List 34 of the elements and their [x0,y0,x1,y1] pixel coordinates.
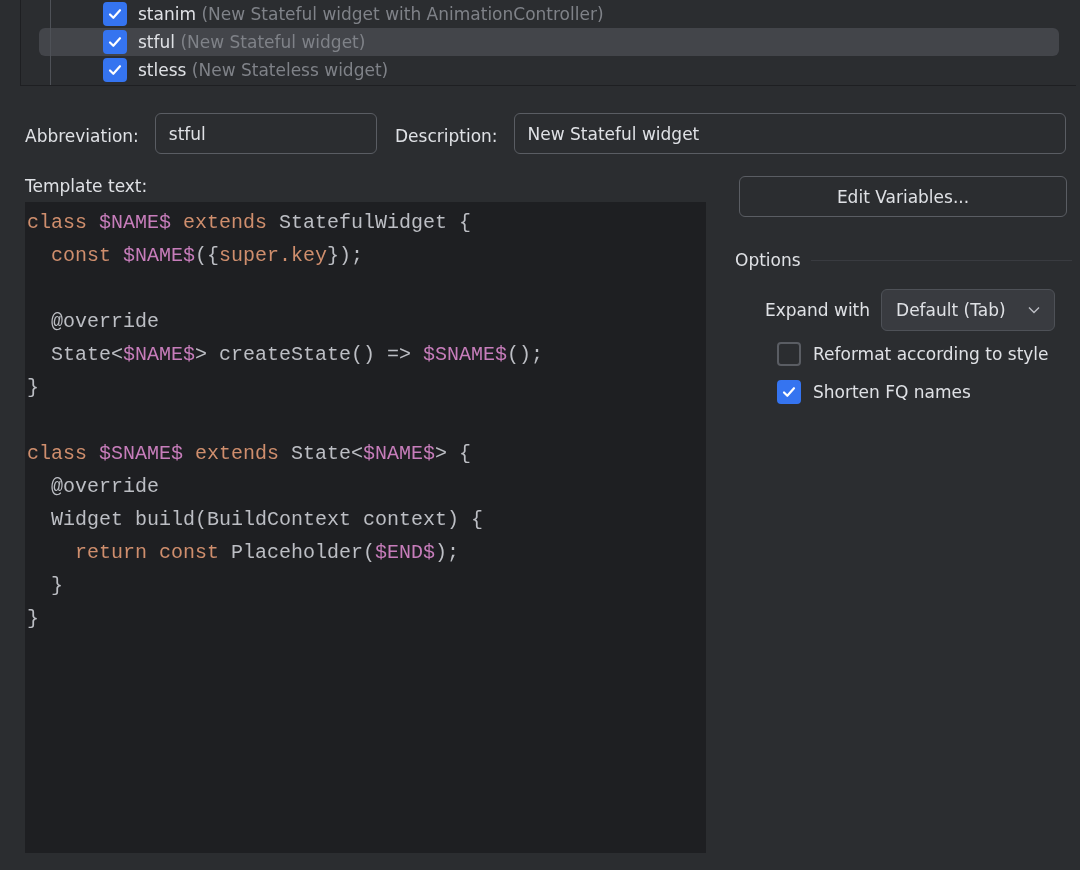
checkbox-label: Shorten FQ names [813,382,971,402]
checkbox[interactable] [103,30,127,54]
template-row[interactable]: stful (New Stateful widget) [39,28,1059,56]
field-label: Abbreviation: [25,125,139,146]
code-line: const $NAME$({super.key}); [50,243,365,269]
abbreviation-field[interactable]: stful [154,113,377,154]
code-line: return const Placeholder($END$); [74,540,461,566]
code-line: State<$NAME$> createState() => $SNAME$(); [50,342,545,368]
chevron-down-icon [1028,306,1041,314]
description-field[interactable]: New Stateful widget [513,113,1066,154]
template-label: stanim (New Stateful widget with AnimationController) [138,4,604,24]
expand-with-dropdown[interactable]: Default (Tab) [881,289,1056,331]
checkbox-label: Reformat according to style [813,344,1049,364]
checkbox[interactable] [777,342,801,366]
template-row[interactable]: stless (New Stateless widget) [39,56,1059,84]
code-line: } [27,375,40,401]
template-row[interactable]: stanim (New Stateful widget with AnimationController) [39,0,1059,28]
code-line: Widget build(BuildContext context) { [50,507,485,533]
code-line: class $NAME$ extends StatefulWidget { [27,210,473,236]
template-label: stless (New Stateless widget) [138,60,389,80]
code-line: } [27,606,40,632]
field-label: Description: [395,125,498,146]
checkbox[interactable] [103,58,127,82]
checkbox[interactable] [103,2,127,26]
checkbox[interactable] [777,380,801,404]
code-line: @override [50,474,161,500]
code-line: class $SNAME$ extends State<$NAME$> { [27,441,473,467]
options-heading: Options [735,250,801,270]
template-label: stful (New Stateful widget) [138,32,366,52]
edit-variables-button[interactable]: Edit Variables... [739,176,1067,217]
expand-with-label: Expand with [765,300,871,320]
code-line: } [50,573,64,599]
template-text-label: Template text: [25,176,149,196]
code-line: @override [50,309,161,335]
